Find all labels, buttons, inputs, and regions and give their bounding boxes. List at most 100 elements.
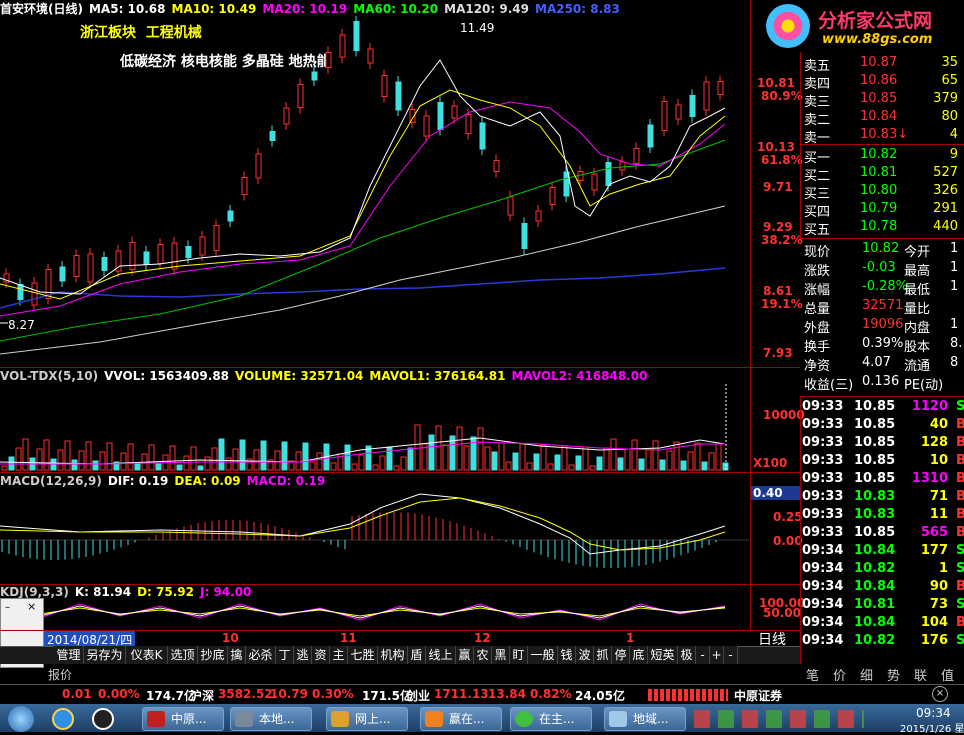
taskbar-app-6[interactable]: 地域... bbox=[604, 707, 686, 731]
toolbar-button[interactable]: 波 bbox=[576, 646, 594, 664]
toolbar-button[interactable]: 底 bbox=[630, 646, 648, 664]
candle bbox=[591, 173, 598, 191]
month-label: 1 bbox=[626, 631, 635, 645]
toolbar-button[interactable]: 钱 bbox=[558, 646, 576, 664]
toolbar-button[interactable]: 黑 bbox=[492, 646, 510, 664]
close-icon[interactable]: × bbox=[27, 601, 39, 613]
buy-row[interactable]: 买三 10.80 326 bbox=[804, 182, 964, 202]
candle bbox=[535, 210, 542, 222]
side-tab[interactable]: 联 bbox=[914, 665, 927, 684]
close-circle-icon[interactable]: × bbox=[932, 686, 948, 702]
toolbar-button[interactable]: 擒 bbox=[228, 646, 246, 664]
start-orb-icon[interactable] bbox=[8, 706, 34, 732]
candle bbox=[703, 81, 710, 111]
side-tab[interactable]: 势 bbox=[887, 665, 900, 684]
tick-row: 09:33 10.83 71 B bbox=[802, 489, 964, 504]
volume-bar bbox=[372, 464, 379, 471]
toolbar-button[interactable]: 仪表K bbox=[126, 646, 168, 664]
vol-axis: 10000 X100 bbox=[750, 368, 805, 472]
volume-bar bbox=[526, 462, 533, 471]
volume-bar bbox=[78, 450, 85, 471]
toolbar-button[interactable]: 选顶 bbox=[168, 646, 198, 664]
buy-row[interactable]: 买一 10.82 9 bbox=[804, 146, 964, 166]
toolbar-button[interactable]: 极 bbox=[678, 646, 696, 664]
sell-row[interactable]: 卖五 10.87 35 bbox=[804, 54, 964, 74]
toolbar-button[interactable]: 丁 bbox=[276, 646, 294, 664]
side-tab[interactable]: 细 bbox=[860, 665, 873, 684]
vol-tick: 10000 bbox=[763, 408, 805, 422]
toolbar-button[interactable]: 农 bbox=[474, 646, 492, 664]
ma20-line bbox=[0, 101, 726, 317]
toolbar-button[interactable]: + bbox=[710, 646, 724, 664]
volume-bar bbox=[470, 436, 477, 471]
side-tab[interactable]: 价 bbox=[833, 665, 846, 684]
candle bbox=[283, 107, 290, 125]
toolbar-button[interactable]: 机构 bbox=[378, 646, 408, 664]
sell-row[interactable]: 卖一 10.83↓ 4 bbox=[804, 126, 964, 146]
toolbar-button[interactable]: 抄底 bbox=[198, 646, 228, 664]
ma20-label: MA20: 10.19 bbox=[262, 2, 348, 16]
toolbar-button[interactable]: 停 bbox=[612, 646, 630, 664]
toolbar-button[interactable]: - bbox=[724, 646, 738, 664]
toolbar-button[interactable]: 抓 bbox=[594, 646, 612, 664]
taskbar-app-2[interactable]: 本地... bbox=[230, 707, 312, 731]
sell-row[interactable]: 卖三 10.85 379 bbox=[804, 90, 964, 110]
kdj-chart[interactable] bbox=[0, 598, 750, 630]
pct-level: 19.1% bbox=[761, 297, 803, 311]
kdj-axis: 100.00 50.00 bbox=[750, 584, 805, 630]
kline-chart[interactable]: 11.49 8.27 bbox=[0, 16, 750, 368]
toolbar-button[interactable]: 资 bbox=[312, 646, 330, 664]
taskbar-app-1[interactable]: 中原... bbox=[142, 707, 224, 731]
toolbar-button[interactable]: 盾 bbox=[408, 646, 426, 664]
month-label: 10 bbox=[222, 631, 239, 645]
toolbar-button[interactable]: 必杀 bbox=[246, 646, 276, 664]
macd-chart[interactable] bbox=[0, 488, 750, 584]
month-label: 12 bbox=[474, 631, 491, 645]
volume-bar bbox=[596, 456, 603, 471]
toolbar-button[interactable]: 赢 bbox=[456, 646, 474, 664]
tray-icons[interactable] bbox=[694, 710, 864, 728]
volume-bar bbox=[281, 441, 288, 471]
toolbar-button[interactable]: 短英 bbox=[648, 646, 678, 664]
ma10-label: MA10: 10.49 bbox=[171, 2, 257, 16]
side-tab[interactable]: 值 bbox=[941, 665, 954, 684]
toolbar-button[interactable]: 另存为 bbox=[84, 646, 126, 664]
buy-row[interactable]: 买五 10.78 440 bbox=[804, 218, 964, 238]
taskbar-app-4[interactable]: 赢在... bbox=[420, 707, 502, 731]
sell-row[interactable]: 卖四 10.86 65 bbox=[804, 72, 964, 92]
tick-row: 09:33 10.85 1310 B bbox=[802, 471, 964, 486]
ie-icon[interactable] bbox=[52, 708, 74, 730]
clock[interactable]: 09:34 bbox=[916, 706, 951, 720]
volume-bar bbox=[561, 445, 568, 471]
sell-row[interactable]: 卖二 10.84 80 bbox=[804, 108, 964, 128]
buy-row[interactable]: 买二 10.81 527 bbox=[804, 164, 964, 184]
side-tab[interactable]: 笔 bbox=[806, 665, 819, 684]
toolbar-button[interactable]: - bbox=[696, 646, 710, 664]
macd-value: MACD: 0.19 bbox=[246, 474, 326, 488]
volume-chart[interactable] bbox=[0, 384, 750, 472]
clock-date[interactable]: 2015/1/26 星期 bbox=[900, 720, 964, 735]
toolbar-button[interactable]: 主 bbox=[330, 646, 348, 664]
buy-row[interactable]: 买四 10.79 291 bbox=[804, 200, 964, 220]
candle bbox=[339, 34, 346, 58]
candles bbox=[3, 16, 724, 311]
volume-bar bbox=[148, 444, 155, 471]
candle bbox=[549, 187, 556, 205]
toolbar-button[interactable]: 七胜 bbox=[348, 646, 378, 664]
price-level: 9.71 bbox=[763, 180, 793, 194]
minimize-icon[interactable]: – bbox=[5, 603, 15, 613]
volume-bar bbox=[22, 438, 29, 471]
qq-icon[interactable] bbox=[92, 708, 114, 730]
toolbar-button[interactable]: 盯 bbox=[510, 646, 528, 664]
toolbar-button[interactable]: 线上 bbox=[426, 646, 456, 664]
mavol1-label: MAVOL1: 376164.81 bbox=[369, 369, 506, 383]
taskbar-app-3[interactable]: 网上... bbox=[326, 707, 408, 731]
ma120-label: MA120: 9.49 bbox=[444, 2, 529, 16]
report-tab[interactable]: 报价 bbox=[48, 666, 72, 683]
volume-bar bbox=[617, 457, 624, 471]
brand-url: www.88gs.com bbox=[822, 32, 933, 47]
toolbar-button[interactable]: 一般 bbox=[528, 646, 558, 664]
taskbar-app-5[interactable]: 在主... bbox=[510, 707, 592, 731]
toolbar-button[interactable]: 逃 bbox=[294, 646, 312, 664]
toolbar-button[interactable]: 管理 bbox=[54, 646, 84, 664]
